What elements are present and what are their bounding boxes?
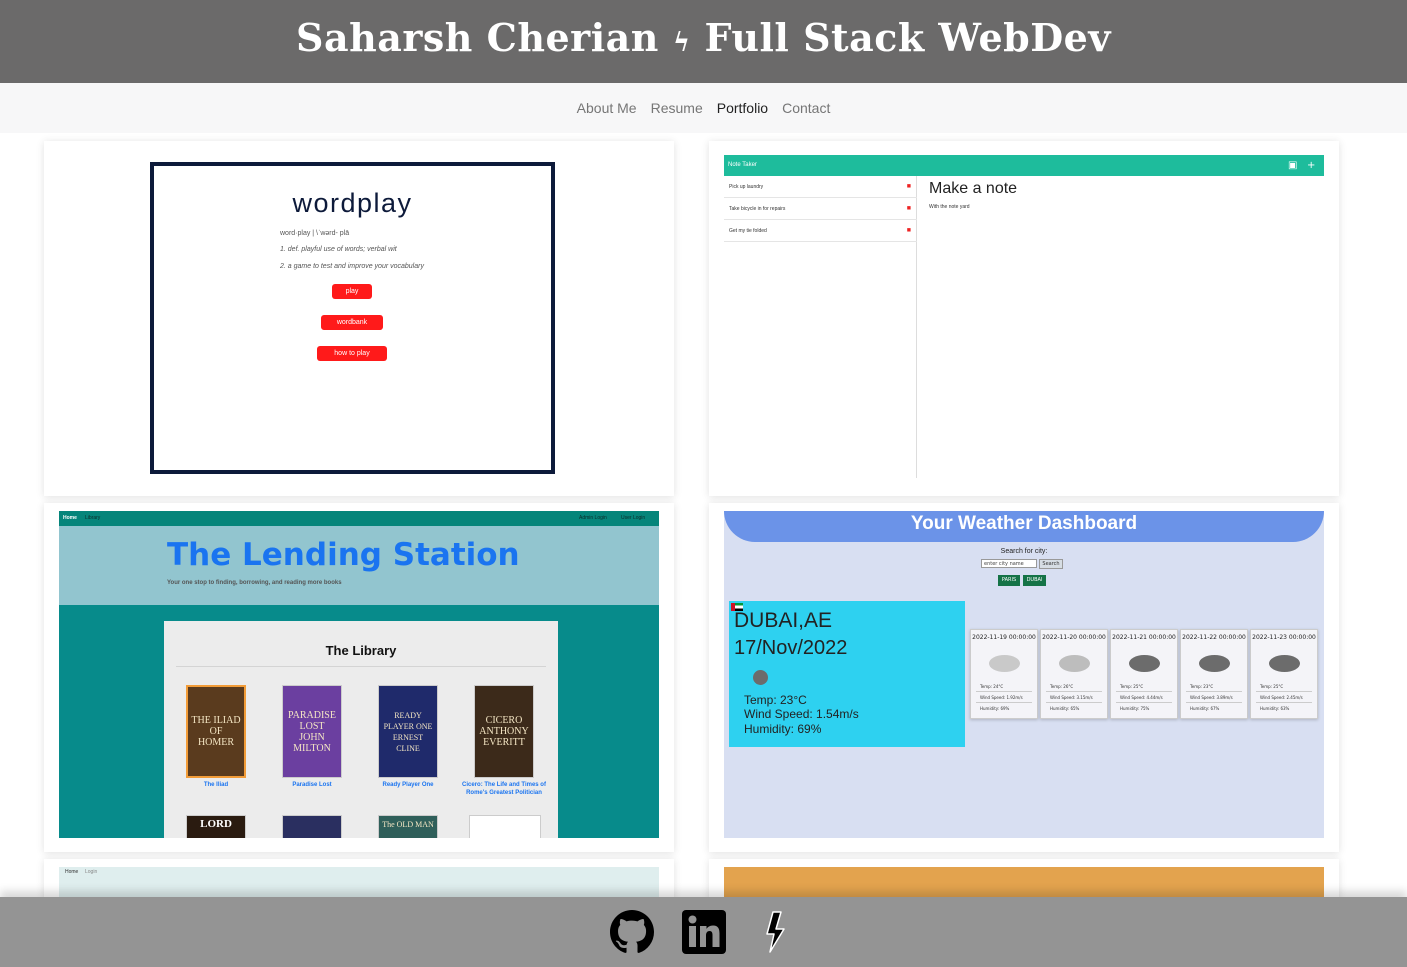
book-cover: READY PLAYER ONE ERNEST CLINE	[378, 685, 438, 778]
lending-navbar: Home Library Admin Login User Login	[59, 511, 659, 526]
nav-resume[interactable]: Resume	[651, 100, 703, 116]
list-item: Pick up laundry ■	[724, 176, 917, 198]
wordplay-pronunciation: word·play | \ˈwərd- plā	[280, 230, 350, 237]
save-icon: ▣	[1288, 160, 1298, 171]
current-weather-panel: DUBAI,AE 17/Nov/2022 Temp: 23°C Wind Spe…	[729, 601, 965, 747]
current-date: 17/Nov/2022	[734, 637, 848, 659]
book-cover: THE ILIAD OF HOMER	[186, 685, 246, 778]
lending-station-screenshot: Home Library Admin Login User Login The …	[59, 511, 659, 838]
site-title-role: Full Stack WebDev	[704, 15, 1111, 60]
note-taker-navbar: Note Taker	[724, 155, 1324, 176]
project-card-wordplay[interactable]: wordplay word·play | \ˈwərd- plā 1. def.…	[44, 141, 674, 496]
note-body: With the note yard	[929, 204, 970, 210]
weather-condition-icon	[753, 670, 768, 685]
current-city: DUBAI,AE	[734, 609, 833, 632]
nav-about-me[interactable]: About Me	[577, 100, 637, 116]
book-cover: LORD	[186, 815, 246, 838]
wordplay-play-button: play	[332, 284, 372, 299]
wordplay-def1: 1. def. playful use of words; verbal wit	[280, 246, 397, 253]
history-button-paris: PARIS	[998, 575, 1020, 586]
note-heading: Make a note	[929, 180, 1018, 197]
lending-tagline: Your one stop to finding, borrowing, and…	[167, 580, 342, 586]
lending-main: The Library THE ILIAD OF HOMER PARADISE …	[59, 605, 659, 838]
library-title: The Library	[325, 643, 397, 658]
wordplay-title: wordplay	[292, 188, 413, 218]
lending-hero: The Lending Station Your one stop to fin…	[59, 526, 659, 605]
wordplay-how-to-play-button: how to play	[317, 346, 387, 361]
note-list: Pick up laundry ■ Take bicycle in for rep…	[724, 176, 917, 478]
weather-title: Your Weather Dashboard	[724, 511, 1324, 542]
forecast-card: 2022-11-22 00:00:00 Temp: 23°C Wind Spee…	[1180, 629, 1248, 719]
main-nav: About Me Resume Portfolio Contact	[0, 83, 1407, 133]
trash-icon: ■	[906, 227, 911, 234]
current-wind: Wind Speed: 1.54m/s	[744, 707, 859, 721]
cloud-icon	[989, 655, 1020, 672]
github-icon[interactable]	[609, 910, 654, 954]
nav-contact[interactable]: Contact	[782, 100, 830, 116]
weather-search-button: Search	[1039, 559, 1063, 569]
weather-search-input: enter city name	[981, 559, 1037, 568]
lending-title: The Lending Station	[167, 537, 520, 573]
bolt-icon[interactable]	[754, 910, 798, 954]
bolt-separator-icon: ϟ	[672, 28, 691, 58]
weather-condition-icon	[1269, 655, 1300, 672]
weather-search-label: Search for city:	[1000, 548, 1048, 555]
project-card-note-taker[interactable]: Note Taker ▣ + Pick up laundry ■ Take bic…	[709, 141, 1339, 496]
trash-icon: ■	[906, 205, 911, 212]
site-footer	[0, 897, 1407, 967]
list-item: Get my tie folded ■	[724, 220, 917, 242]
book-cover: The OLD MAN	[378, 815, 438, 838]
wordplay-def2: 2. a game to test and improve your vocab…	[280, 263, 424, 270]
nav-portfolio[interactable]: Portfolio	[717, 100, 768, 116]
current-temp: Temp: 23°C	[744, 693, 807, 707]
book-cover	[282, 815, 342, 838]
plus-icon: +	[1307, 160, 1316, 171]
book-caption: The Iliad	[203, 782, 229, 788]
book-cover: CICERO ANTHONY EVERITT	[474, 685, 534, 778]
project-card-lending-station[interactable]: Home Library Admin Login User Login The …	[44, 503, 674, 852]
trash-icon: ■	[906, 183, 911, 190]
wordplay-wordbank-button: wordbank	[321, 315, 383, 330]
site-header: Saharsh Cherian ϟ Full Stack WebDev	[0, 0, 1407, 83]
book-cover: PARADISE LOST JOHN MILTON	[282, 685, 342, 778]
book-caption: Ready Player One	[382, 782, 434, 788]
forecast-card: 2022-11-21 00:00:00 Temp: 25°C Wind Spee…	[1110, 629, 1178, 719]
site-title-name: Saharsh Cherian	[296, 15, 659, 60]
project-card-weather-dashboard[interactable]: Your Weather Dashboard Search for city: …	[709, 503, 1339, 852]
book-cover	[469, 815, 541, 838]
weather-condition-icon	[1199, 655, 1230, 672]
weather-screenshot: Your Weather Dashboard Search for city: …	[724, 511, 1324, 838]
forecast-card: 2022-11-19 00:00:00 Temp: 24°C Wind Spee…	[970, 629, 1038, 719]
book-caption: Paradise Lost	[292, 782, 332, 788]
forecast-card: 2022-11-23 00:00:00 Temp: 25°C Wind Spee…	[1250, 629, 1318, 719]
history-button-dubai: DUBAI	[1023, 575, 1046, 586]
cloud-icon	[1059, 655, 1090, 672]
wordplay-screenshot: wordplay word·play | \ˈwərd- plā 1. def.…	[150, 162, 555, 474]
current-humidity: Humidity: 69%	[744, 722, 822, 736]
weather-condition-icon	[1129, 655, 1160, 672]
linkedin-icon[interactable]	[681, 910, 726, 954]
note-taker-screenshot: Note Taker ▣ + Pick up laundry ■ Take bic…	[724, 155, 1324, 478]
book-caption: Cicero: The Life and Times of Rome's Gre…	[462, 782, 546, 796]
site-title: Saharsh Cherian ϟ Full Stack WebDev	[296, 15, 1111, 60]
library-panel: The Library THE ILIAD OF HOMER PARADISE …	[164, 621, 558, 838]
list-item: Take bicycle in for repairs ■	[724, 198, 917, 220]
forecast-card: 2022-11-20 00:00:00 Temp: 26°C Wind Spee…	[1040, 629, 1108, 719]
